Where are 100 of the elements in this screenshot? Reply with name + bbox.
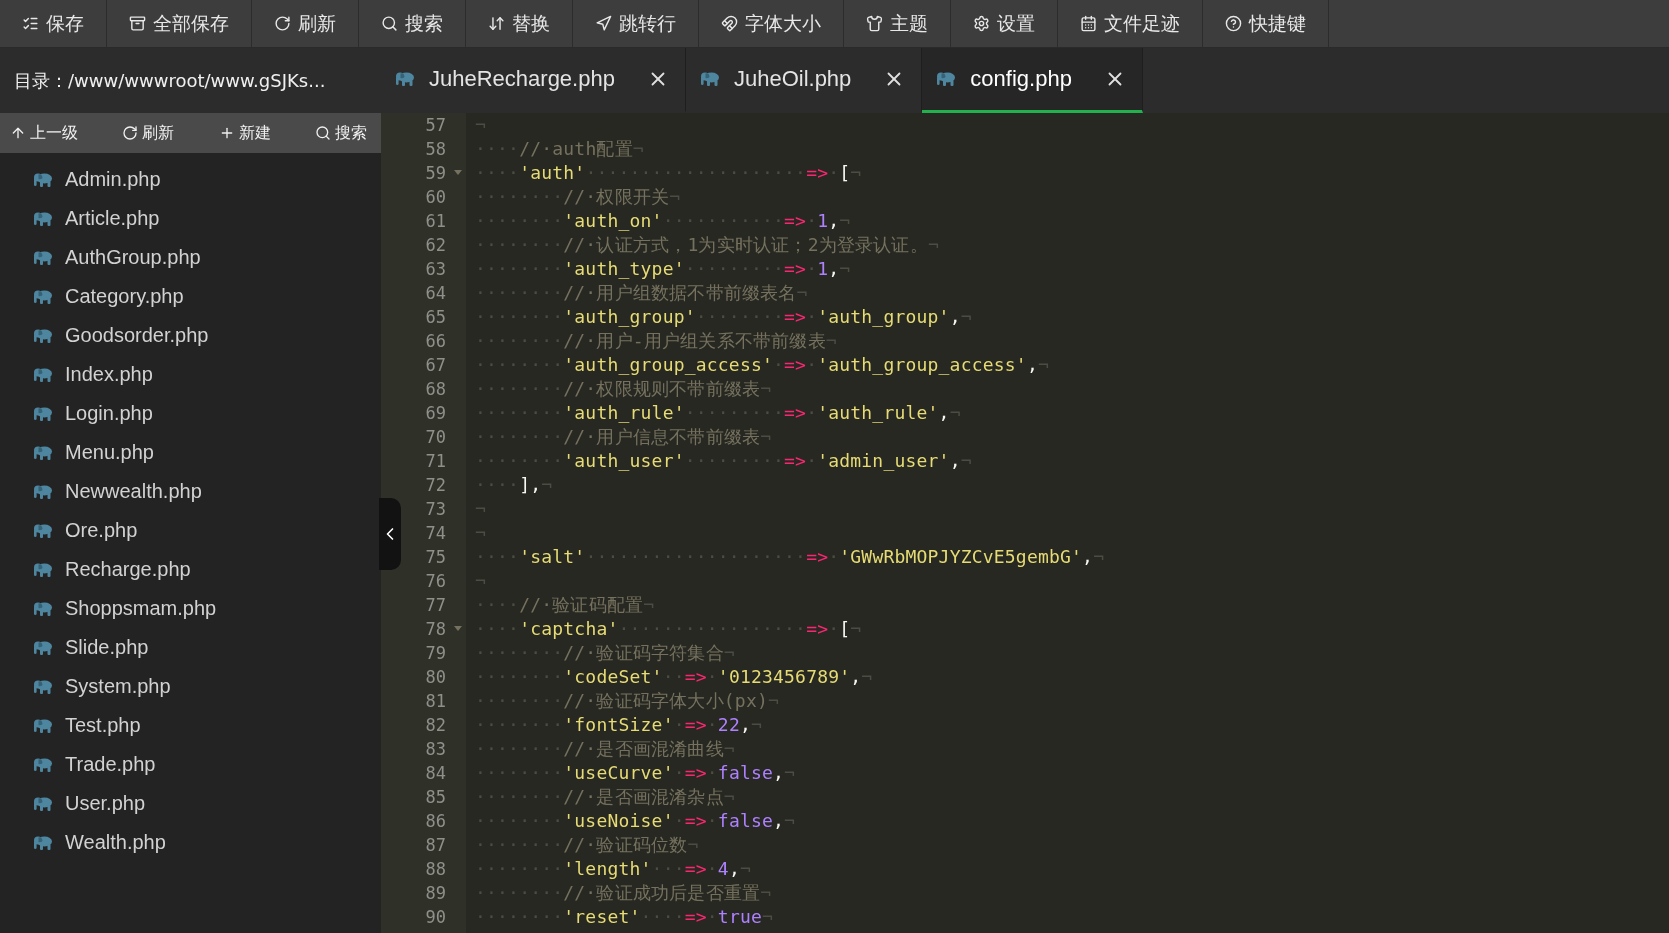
file-item[interactable]: Ore.php xyxy=(0,511,381,550)
line-number: 84 xyxy=(425,763,446,783)
shirt-icon xyxy=(866,15,883,32)
elephant-icon xyxy=(33,444,53,461)
code-line: ········//·验证成功后是否重置¬ xyxy=(475,881,773,905)
calendar-icon xyxy=(1080,15,1097,32)
toolbar-button[interactable]: 主题 xyxy=(844,0,951,47)
code-line: ········//·是否画混淆杂点¬ xyxy=(475,785,736,809)
line-number: 77 xyxy=(425,595,446,615)
fold-arrow-icon[interactable] xyxy=(454,170,462,176)
file-item[interactable]: Goodsorder.php xyxy=(0,316,381,355)
file-item[interactable]: Test.php xyxy=(0,706,381,745)
help-icon xyxy=(1225,15,1242,32)
line-number: 79 xyxy=(425,643,446,663)
elephant-icon xyxy=(33,639,53,656)
code-line: ········//·用户-用户组关系不带前缀表¬ xyxy=(475,329,838,353)
file-item[interactable]: Category.php xyxy=(0,277,381,316)
sidebar-action-button[interactable]: 新建 xyxy=(212,118,277,148)
file-tab[interactable]: config.php xyxy=(922,48,1143,113)
line-number: 57 xyxy=(425,115,446,135)
file-item[interactable]: Newwealth.php xyxy=(0,472,381,511)
file-item[interactable]: AuthGroup.php xyxy=(0,238,381,277)
file-item[interactable]: Slide.php xyxy=(0,628,381,667)
code-line: ········'codeSet'··=>·'0123456789',¬ xyxy=(475,665,874,689)
line-number: 80 xyxy=(425,667,446,687)
line-number: 89 xyxy=(425,883,446,903)
file-item[interactable]: System.php xyxy=(0,667,381,706)
toolbar-button[interactable]: 字体大小 xyxy=(699,0,844,47)
elephant-icon xyxy=(33,249,53,266)
elephant-icon xyxy=(395,71,415,87)
code-line: ········//·认证方式，1为实时认证；2为登录认证。¬ xyxy=(475,233,940,257)
line-number: 63 xyxy=(425,259,446,279)
elephant-icon xyxy=(936,71,957,87)
fold-arrow-icon[interactable] xyxy=(454,626,462,632)
line-number: 61 xyxy=(425,211,446,231)
line-number: 90 xyxy=(425,907,446,927)
toolbar-button[interactable]: 搜索 xyxy=(359,0,466,47)
code-line: ········//·是否画混淆曲线¬ xyxy=(475,737,736,761)
file-item[interactable]: Article.php xyxy=(0,199,381,238)
file-item[interactable]: Menu.php xyxy=(0,433,381,472)
sidebar-action-button[interactable]: 上一级 xyxy=(4,118,84,148)
toolbar-button[interactable]: 全部保存 xyxy=(107,0,252,47)
code-line: ¬ xyxy=(475,113,488,137)
swap-icon xyxy=(488,15,505,32)
line-number: 86 xyxy=(425,811,446,831)
code-line: ····//·验证码配置¬ xyxy=(475,593,656,617)
code-line: ········'auth_user'·········=>·'admin_user',¬ xyxy=(475,449,973,473)
file-item[interactable]: User.php xyxy=(0,784,381,823)
line-number: 78 xyxy=(425,619,446,639)
file-item[interactable]: Login.php xyxy=(0,394,381,433)
toolbar-button[interactable]: 文件足迹 xyxy=(1058,0,1203,47)
code-line: ········//·验证码字符集合¬ xyxy=(475,641,736,665)
elephant-icon xyxy=(33,405,53,422)
elephant-icon xyxy=(33,756,53,773)
code-line: ········//·权限开关¬ xyxy=(475,185,682,209)
line-number: 83 xyxy=(425,739,446,759)
file-item[interactable]: Shoppsmam.php xyxy=(0,589,381,628)
line-number: 69 xyxy=(425,403,446,423)
line-number: 67 xyxy=(425,355,446,375)
sidebar-action-button[interactable]: 刷新 xyxy=(116,118,181,148)
elephant-icon xyxy=(33,834,53,851)
file-item[interactable]: Recharge.php xyxy=(0,550,381,589)
line-number: 73 xyxy=(425,499,446,519)
toolbar-button[interactable]: 保存 xyxy=(0,0,107,47)
line-number: 64 xyxy=(425,283,446,303)
code-line: ········'length'···=>·4,¬ xyxy=(475,857,752,881)
sidebar-action-button[interactable]: 搜索 xyxy=(309,118,373,148)
code-line: ····'captcha'·················=>·[¬ xyxy=(475,617,863,641)
line-number: 87 xyxy=(425,835,446,855)
code-line: ¬ xyxy=(475,521,488,545)
toolbar-button[interactable]: 快捷键 xyxy=(1203,0,1329,47)
code-line: ········'auth_group'········=>·'auth_group',¬ xyxy=(475,305,973,329)
elephant-icon xyxy=(33,327,53,344)
file-item[interactable]: Admin.php xyxy=(0,160,381,199)
code-line: ········//·验证码位数¬ xyxy=(475,833,700,857)
file-item[interactable]: Wealth.php xyxy=(0,823,381,862)
code-line: ········'auth_type'·········=>·1,¬ xyxy=(475,257,852,281)
line-number: 72 xyxy=(425,475,446,495)
line-number: 58 xyxy=(425,139,446,159)
toolbar-button[interactable]: 刷新 xyxy=(252,0,359,47)
elephant-icon xyxy=(33,483,53,500)
checklist-icon xyxy=(22,15,39,32)
file-item[interactable]: Index.php xyxy=(0,355,381,394)
code-line: ········'auth_group_access'·=>·'auth_group_access',¬ xyxy=(475,353,1050,377)
line-number: 88 xyxy=(425,859,446,879)
directory-path: 目录：/www/wwwroot/www.gSJKs... xyxy=(0,48,381,113)
toolbar-button[interactable]: 跳转行 xyxy=(573,0,699,47)
line-number: 59 xyxy=(425,163,446,183)
line-number: 75 xyxy=(425,547,446,567)
elephant-icon xyxy=(33,561,53,578)
line-number: 60 xyxy=(425,187,446,207)
toolbar-button[interactable]: 替换 xyxy=(466,0,573,47)
toolbar-button[interactable]: 设置 xyxy=(951,0,1058,47)
code-line: ········'auth_on'···········=>·1,¬ xyxy=(475,209,852,233)
code-line: ····'auth'····················=>·[¬ xyxy=(475,161,863,185)
line-number: 70 xyxy=(425,427,446,447)
line-number: 62 xyxy=(425,235,446,255)
file-item[interactable]: Trade.php xyxy=(0,745,381,784)
tray-icon xyxy=(129,15,146,32)
magnet-icon xyxy=(721,15,738,32)
